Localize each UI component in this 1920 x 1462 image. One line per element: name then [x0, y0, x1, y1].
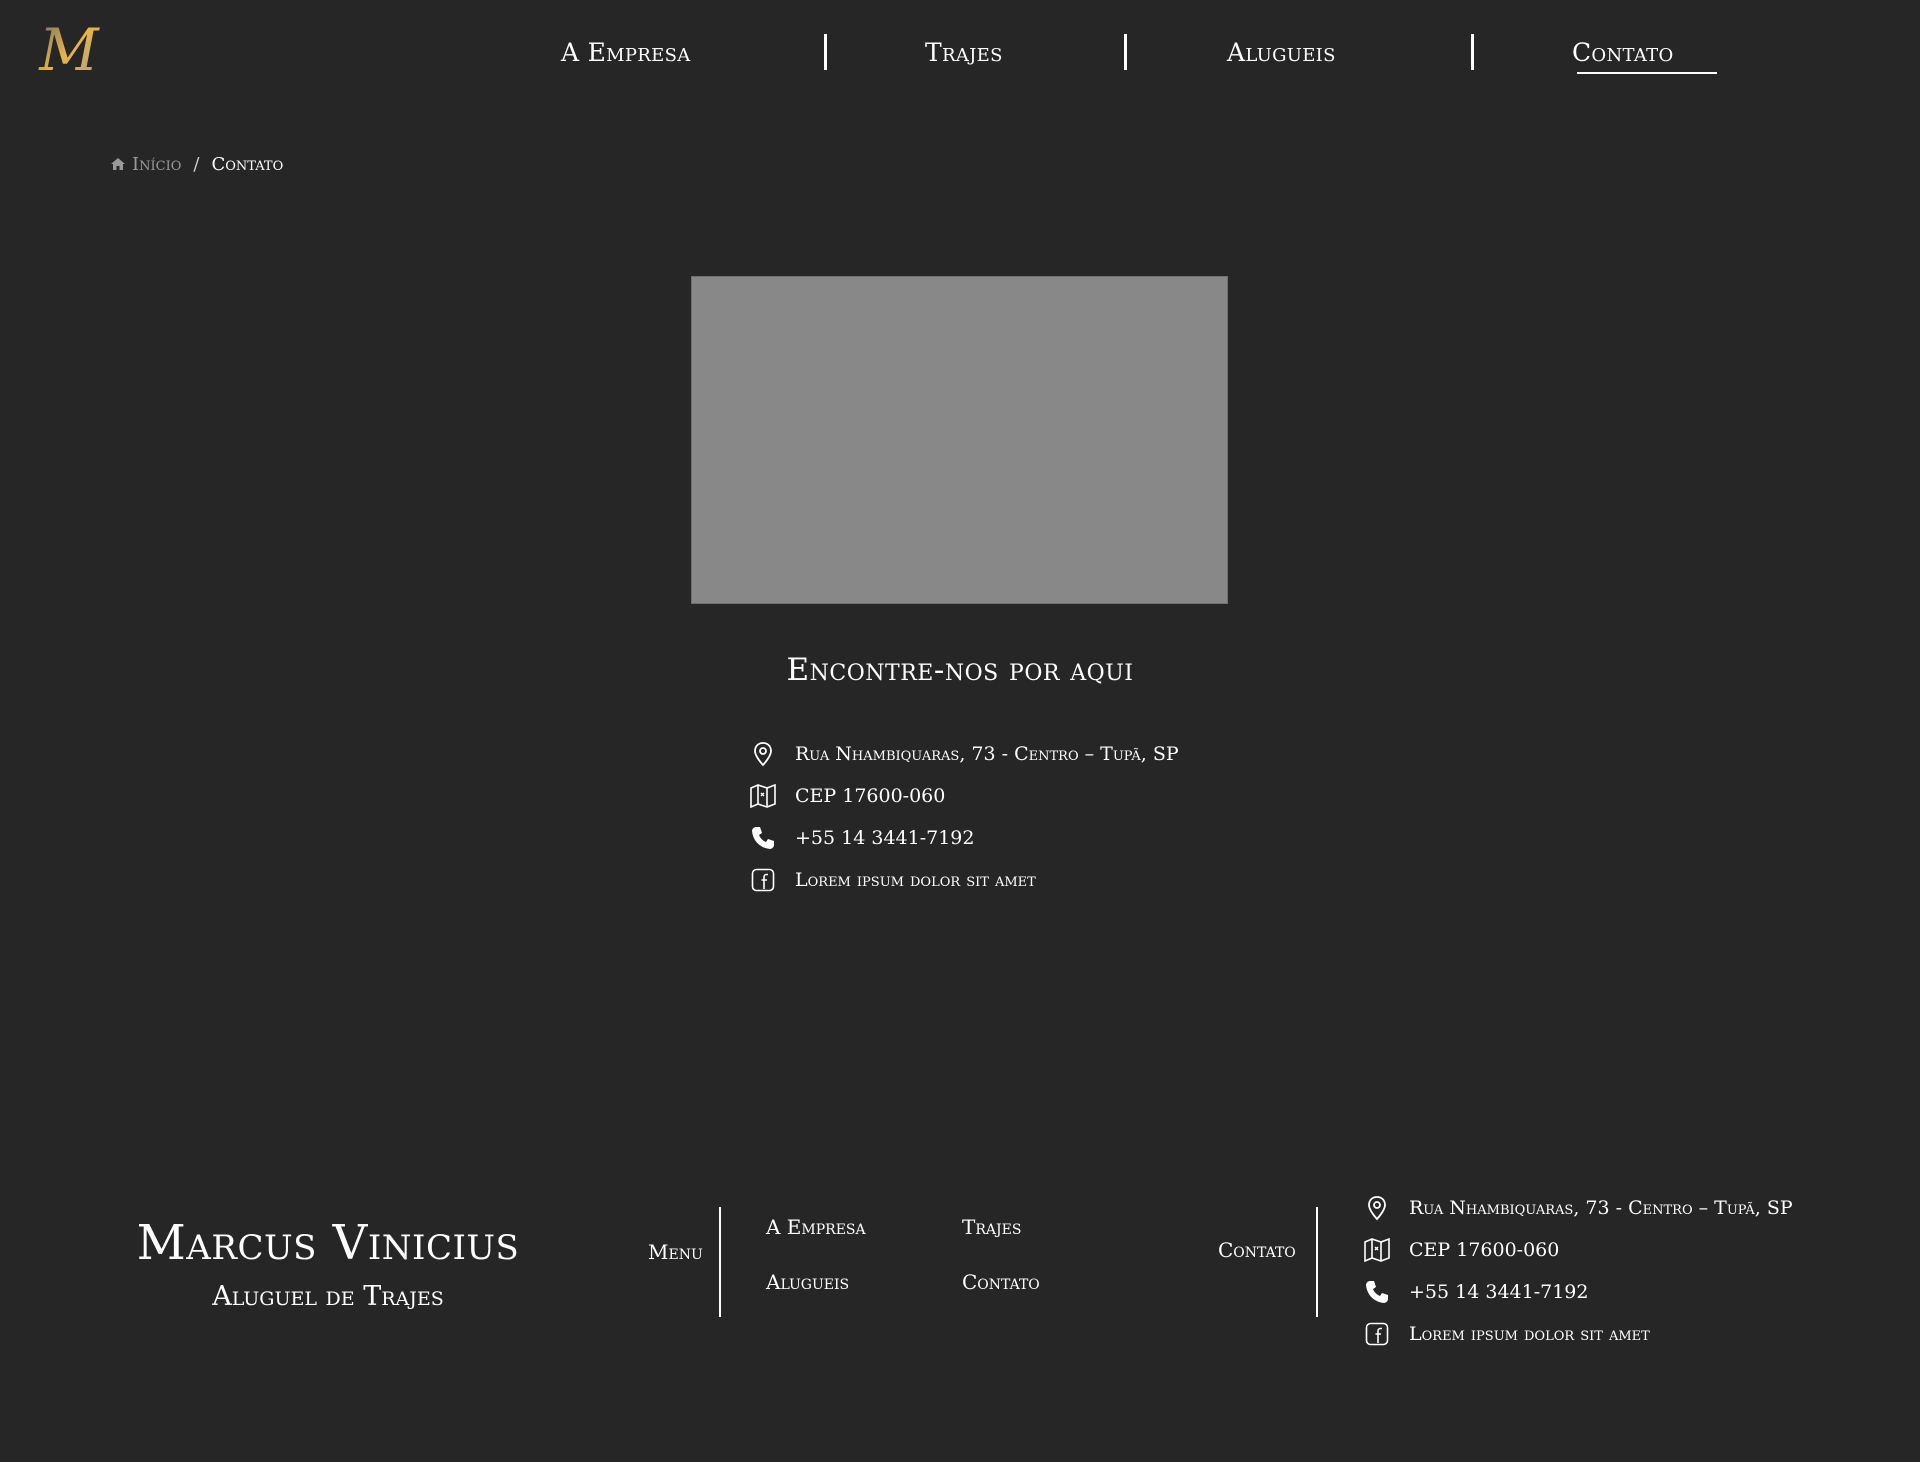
contact-cep: CEP 17600-060 — [795, 785, 946, 807]
nav-separator — [1124, 34, 1127, 70]
footer-facebook-link[interactable]: Lorem ipsum dolor sit amet — [1409, 1323, 1650, 1345]
footer-address: Rua Nhambiquaras, 73 - Centro – Tupã, SP — [1409, 1197, 1793, 1219]
contact-phone-row: +55 14 3441-7192 — [748, 817, 1179, 859]
top-navigation: M A Empresa Trajes Alugueis Contato — [0, 0, 1920, 104]
footer-phone-link[interactable]: +55 14 3441-7192 — [1409, 1281, 1588, 1303]
footer-cep-row: CEP 17600-060 — [1362, 1229, 1793, 1271]
footer-link-trajes[interactable]: Trajes — [962, 1215, 1021, 1239]
contact-section-title: Encontre-nos por aqui — [786, 652, 1134, 688]
location-pin-icon — [748, 739, 778, 769]
footer-link-a-empresa[interactable]: A Empresa — [766, 1215, 866, 1239]
contact-cep-row: CEP 17600-060 — [748, 775, 1179, 817]
brand-logo[interactable]: M — [38, 14, 100, 76]
footer-link-contato[interactable]: Contato — [962, 1270, 1040, 1294]
contact-facebook-row: Lorem ipsum dolor sit amet — [748, 859, 1179, 901]
footer-brand-tagline: Aluguel de Trajes — [212, 1281, 444, 1312]
nav-contato[interactable]: Contato — [1572, 36, 1674, 70]
footer-address-row: Rua Nhambiquaras, 73 - Centro – Tupã, SP — [1362, 1187, 1793, 1229]
breadcrumb-current: Contato — [211, 153, 284, 175]
logo-letter: M — [38, 16, 100, 76]
footer-link-alugueis[interactable]: Alugueis — [766, 1270, 849, 1294]
nav-separator — [1471, 34, 1474, 70]
contact-address: Rua Nhambiquaras, 73 - Centro – Tupã, SP — [795, 743, 1179, 765]
home-icon[interactable] — [110, 156, 126, 172]
breadcrumb-separator: / — [193, 153, 200, 175]
contact-phone-link[interactable]: +55 14 3441-7192 — [795, 827, 974, 849]
contact-facebook-link[interactable]: Lorem ipsum dolor sit amet — [795, 869, 1036, 891]
footer-menu-label: Menu — [648, 1240, 703, 1264]
footer-phone-row: +55 14 3441-7192 — [1362, 1271, 1793, 1313]
footer-cep: CEP 17600-060 — [1409, 1239, 1560, 1261]
phone-icon — [1362, 1277, 1392, 1307]
nav-a-empresa[interactable]: A Empresa — [561, 36, 691, 70]
footer-contact-list: Rua Nhambiquaras, 73 - Centro – Tupã, SP… — [1362, 1187, 1793, 1355]
active-nav-underline — [1577, 72, 1717, 74]
map-icon — [1362, 1235, 1392, 1265]
footer-facebook-row: Lorem ipsum dolor sit amet — [1362, 1313, 1793, 1355]
breadcrumb: Início / Contato — [110, 152, 283, 176]
contact-info-list: Rua Nhambiquaras, 73 - Centro – Tupã, SP… — [748, 733, 1179, 901]
breadcrumb-home-link[interactable]: Início — [132, 154, 181, 175]
contact-address-row: Rua Nhambiquaras, 73 - Centro – Tupã, SP — [748, 733, 1179, 775]
footer-contact-divider — [1316, 1207, 1318, 1317]
map-icon — [748, 781, 778, 811]
footer-menu-divider — [719, 1207, 721, 1317]
footer-contact-label: Contato — [1218, 1238, 1296, 1262]
phone-icon — [748, 823, 778, 853]
map-embed[interactable] — [691, 276, 1228, 604]
nav-alugueis[interactable]: Alugueis — [1227, 36, 1336, 70]
facebook-icon — [748, 865, 778, 895]
footer-brand-name: Marcus Vinicius — [136, 1215, 520, 1271]
location-pin-icon — [1362, 1193, 1392, 1223]
nav-separator — [824, 34, 827, 70]
nav-trajes[interactable]: Trajes — [925, 36, 1003, 70]
facebook-icon — [1362, 1319, 1392, 1349]
